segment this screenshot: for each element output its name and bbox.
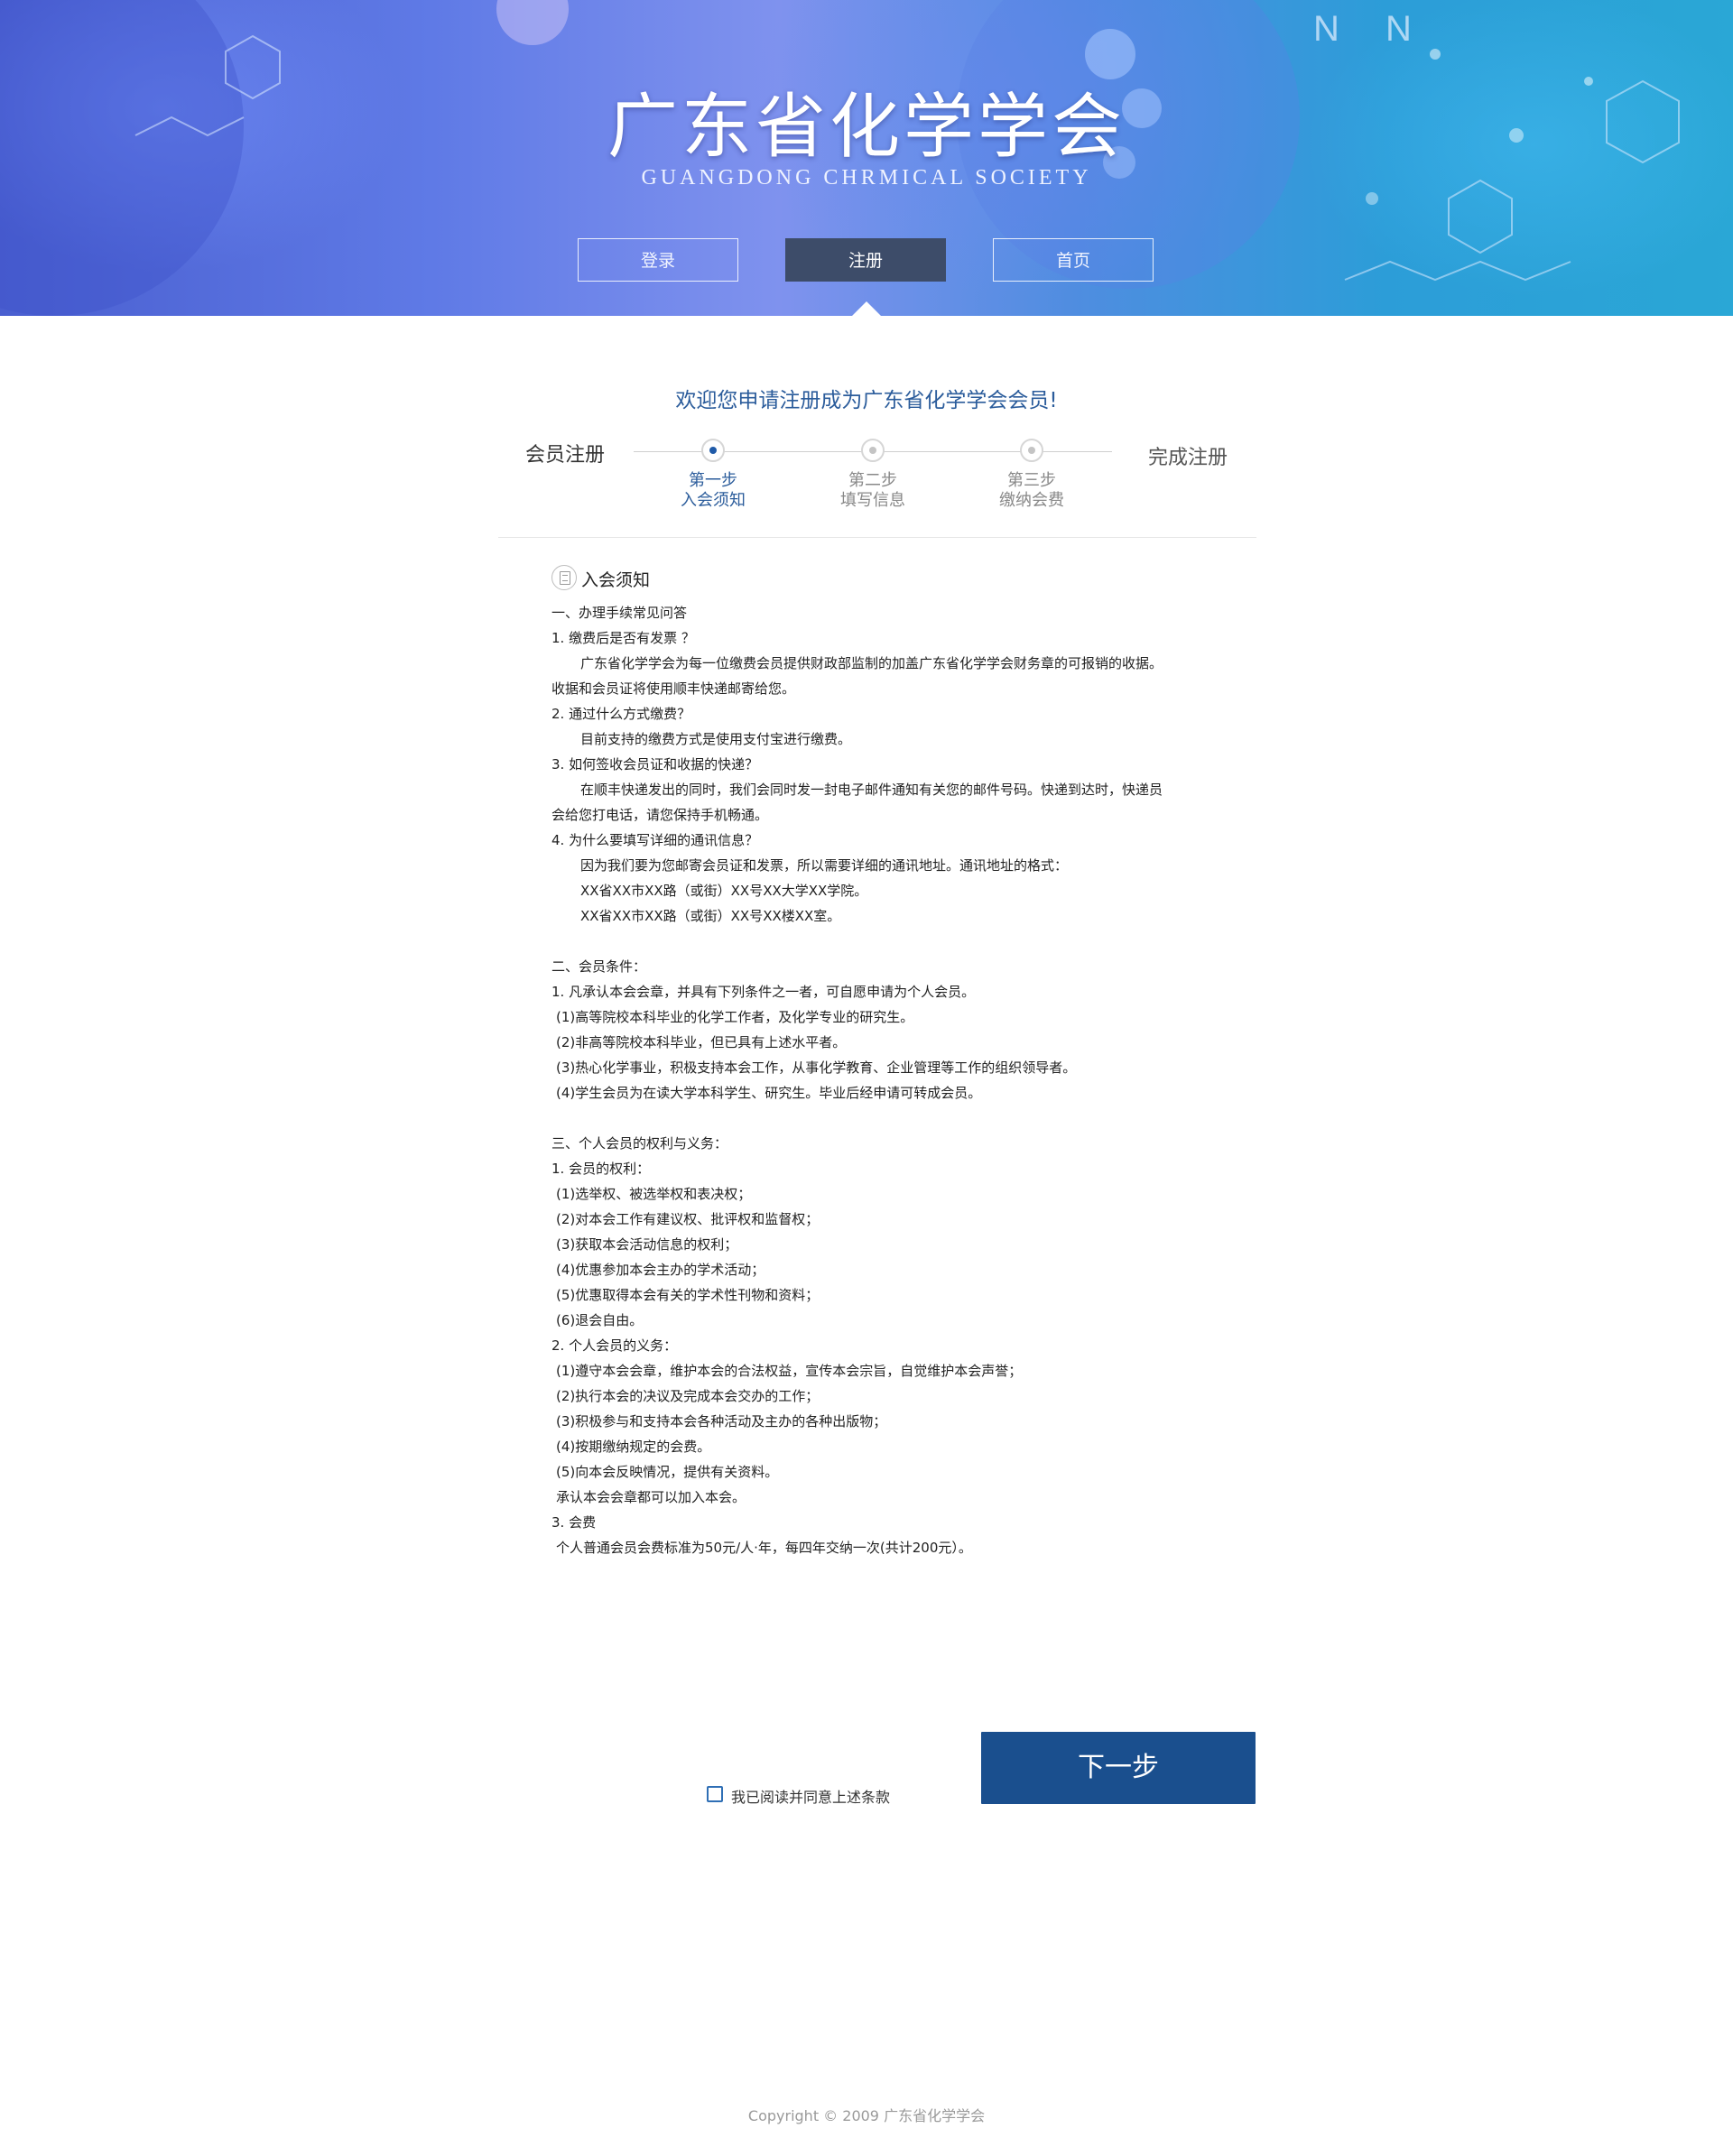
terms-line: 会给您打电话，请您保持手机畅通。	[551, 807, 769, 823]
terms-line: 3. 会费	[551, 1514, 597, 1531]
terms-line: 1. 缴费后是否有发票 ？	[551, 630, 695, 646]
terms-line: 1. 会员的权利：	[551, 1161, 651, 1177]
step-name: 填写信息	[840, 491, 905, 510]
step-dot-icon	[701, 439, 725, 462]
step-start-label: 会员注册	[525, 444, 606, 467]
terms-line: 一、办理手续常见问答	[551, 605, 688, 621]
next-step-button[interactable]: 下一步	[981, 1732, 1256, 1804]
terms-line: (2)执行本会的决议及完成本会交办的工作；	[556, 1388, 820, 1404]
agree-checkbox[interactable]	[707, 1786, 723, 1802]
terms-line: (6)退会自由。	[556, 1312, 644, 1328]
step-3: 第三步 缴纳会费	[968, 439, 1095, 511]
terms-line: (3)热心化学事业，积极支持本会工作，从事化学教育、企业管理等工作的组织领导者。	[556, 1059, 1077, 1076]
step-name: 缴纳会费	[999, 491, 1064, 510]
terms-line: 目前支持的缴费方式是使用支付宝进行缴费。	[580, 731, 852, 747]
terms-line: 2. 个人会员的义务：	[551, 1337, 678, 1354]
terms-line: 三、个人会员的权利与义务：	[551, 1135, 728, 1152]
terms-line: (4)优惠参加本会主办的学术活动；	[556, 1262, 765, 1278]
document-icon	[551, 565, 577, 590]
site-subtitle: GUANGDONG CHRMICAL SOCIETY	[641, 166, 1092, 190]
section-divider	[498, 537, 1256, 538]
step-2: 第二步 填写信息	[810, 439, 936, 511]
terms-line: (4)按期缴纳规定的会费。	[556, 1439, 711, 1455]
terms-line: (2)非高等院校本科毕业，但已具有上述水平者。	[556, 1034, 847, 1050]
terms-line: 1. 凡承认本会会章，并具有下列条件之一者，可自愿申请为个人会员。	[551, 984, 976, 1000]
site-title: 广东省化学学会	[607, 87, 1126, 168]
terms-line: 收据和会员证将使用顺丰快递邮寄给您。	[551, 680, 796, 697]
nav-login-button[interactable]: 登录	[578, 238, 738, 282]
terms-line: (3)积极参与和支持本会各种活动及主办的各种出版物；	[556, 1413, 887, 1430]
terms-spacer	[551, 1106, 1219, 1131]
terms-line: XX省XX市XX路（或街）XX号XX大学XX学院。	[580, 883, 868, 899]
terms-line: (1)遵守本会会章，维护本会的合法权益，宣传本会宗旨，自觉维护本会声誉；	[556, 1363, 1023, 1379]
terms-line: 4. 为什么要填写详细的通讯信息？	[551, 832, 759, 848]
terms-line: 承认本会会章都可以加入本会。	[556, 1489, 746, 1505]
nav-home-button[interactable]: 首页	[993, 238, 1154, 282]
step-dot-icon	[1020, 439, 1043, 462]
terms-line: (1)高等院校本科毕业的化学工作者，及化学专业的研究生。	[556, 1009, 914, 1025]
terms-line: 二、会员条件：	[551, 958, 647, 975]
terms-line: (2)对本会工作有建议权、批评权和监督权；	[556, 1211, 820, 1227]
terms-line: (4)学生会员为在读大学本科学生、研究生。毕业后经申请可转成会员。	[556, 1085, 982, 1101]
terms-line: 因为我们要为您邮寄会员证和发票，所以需要详细的通讯地址。通讯地址的格式：	[580, 857, 1069, 874]
terms-line: 个人普通会员会费标准为50元/人·年，每四年交纳一次(共计200元）。	[556, 1540, 972, 1556]
step-1: 第一步 入会须知	[650, 439, 776, 511]
terms-line: (5)优惠取得本会有关的学术性刊物和资料；	[556, 1287, 820, 1303]
active-nav-pointer	[852, 301, 881, 316]
welcome-message: 欢迎您申请注册成为广东省化学学会会员!	[675, 389, 1058, 412]
step-number: 第三步	[1007, 471, 1056, 490]
terms-line: 在顺丰快递发出的同时，我们会同时发一封电子邮件通知有关您的邮件号码。快递到达时，…	[580, 782, 1163, 798]
terms-line: XX省XX市XX路（或街）XX号XX楼XX室。	[580, 908, 841, 924]
step-dot-icon	[861, 439, 885, 462]
step-name: 入会须知	[681, 491, 746, 510]
terms-line: (1)选举权、被选举权和表决权；	[556, 1186, 752, 1202]
step-number: 第二步	[848, 471, 897, 490]
terms-line: (5)向本会反映情况，提供有关资料。	[556, 1464, 779, 1480]
nav-register-button[interactable]: 注册	[785, 238, 946, 282]
terms-text: 一、办理手续常见问答 1. 缴费后是否有发票 ？ 广东省化学学会为每一位缴费会员…	[551, 600, 1219, 1560]
terms-line: (3)获取本会活动信息的权利；	[556, 1236, 738, 1253]
terms-spacer	[551, 929, 1219, 954]
terms-line: 广东省化学学会为每一位缴费会员提供财政部监制的加盖广东省化学学会财务章的可报销的…	[580, 655, 1163, 671]
terms-line: 3. 如何签收会员证和收据的快递？	[551, 756, 759, 773]
svg-text:N: N	[1313, 9, 1339, 49]
terms-line: 2. 通过什么方式缴费？	[551, 706, 691, 722]
footer-copyright: Copyright © 2009 广东省化学学会	[747, 2107, 986, 2124]
top-nav: 登录 注册 首页	[578, 238, 1155, 283]
notice-title: 入会须知	[581, 570, 651, 590]
agree-label[interactable]: 我已阅读并同意上述条款	[731, 1785, 890, 1807]
hero-banner: N N 广东省化学学会 GUANGDONG CHRMICAL SOCIETY 登…	[0, 0, 1733, 316]
svg-text:N: N	[1385, 9, 1412, 49]
step-number: 第一步	[689, 471, 737, 490]
step-end-label: 完成注册	[1148, 447, 1228, 469]
